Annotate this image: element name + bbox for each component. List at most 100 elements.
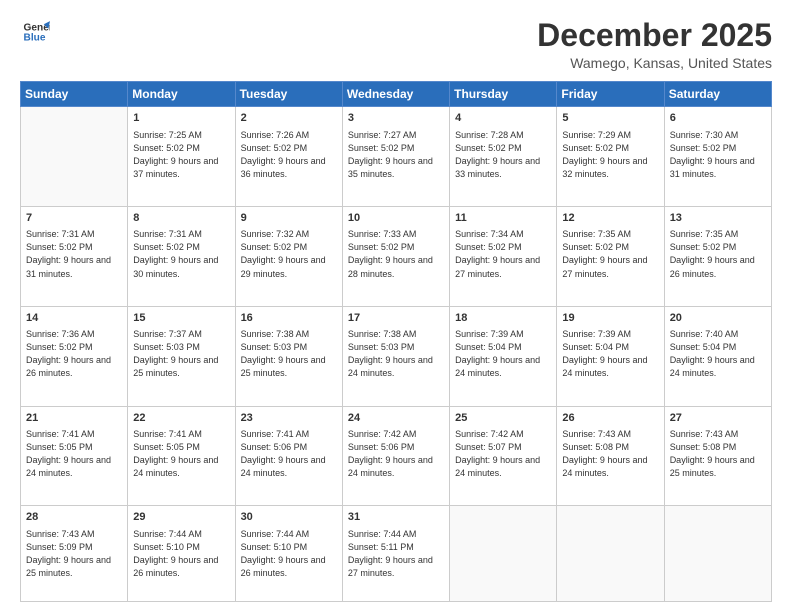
table-row: 6 Sunrise: 7:30 AM Sunset: 5:02 PM Daylig… (664, 107, 771, 207)
title-block: December 2025 Wamego, Kansas, United Sta… (537, 18, 772, 71)
table-row: 8 Sunrise: 7:31 AM Sunset: 5:02 PM Daylig… (128, 206, 235, 306)
day-number: 31 (348, 510, 444, 525)
day-number: 1 (133, 111, 229, 126)
cell-info: Sunrise: 7:43 AM Sunset: 5:09 PM Dayligh… (26, 528, 122, 580)
day-number: 21 (26, 411, 122, 426)
table-row (21, 107, 128, 207)
logo: General Blue (20, 18, 50, 51)
cell-info: Sunrise: 7:32 AM Sunset: 5:02 PM Dayligh… (241, 228, 337, 280)
cell-info: Sunrise: 7:44 AM Sunset: 5:10 PM Dayligh… (133, 528, 229, 580)
day-number: 12 (562, 211, 658, 226)
table-row: 1 Sunrise: 7:25 AM Sunset: 5:02 PM Daylig… (128, 107, 235, 207)
cell-info: Sunrise: 7:33 AM Sunset: 5:02 PM Dayligh… (348, 228, 444, 280)
day-number: 8 (133, 211, 229, 226)
table-row: 2 Sunrise: 7:26 AM Sunset: 5:02 PM Daylig… (235, 107, 342, 207)
table-row: 28 Sunrise: 7:43 AM Sunset: 5:09 PM Dayli… (21, 506, 128, 602)
cell-info: Sunrise: 7:30 AM Sunset: 5:02 PM Dayligh… (670, 129, 766, 181)
table-row: 25 Sunrise: 7:42 AM Sunset: 5:07 PM Dayli… (450, 406, 557, 506)
table-row: 30 Sunrise: 7:44 AM Sunset: 5:10 PM Dayli… (235, 506, 342, 602)
table-row: 15Sunrise: 7:37 AM Sunset: 5:03 PM Dayli… (128, 306, 235, 406)
table-row: 24Sunrise: 7:42 AM Sunset: 5:06 PM Dayli… (342, 406, 449, 506)
table-row: 4 Sunrise: 7:28 AM Sunset: 5:02 PM Daylig… (450, 107, 557, 207)
day-number: 30 (241, 510, 337, 525)
cell-info: Sunrise: 7:26 AM Sunset: 5:02 PM Dayligh… (241, 129, 337, 181)
table-row: 10Sunrise: 7:33 AM Sunset: 5:02 PM Dayli… (342, 206, 449, 306)
table-row (557, 506, 664, 602)
day-number: 28 (26, 510, 122, 525)
cell-info: Sunrise: 7:39 AM Sunset: 5:04 PM Dayligh… (562, 328, 658, 380)
cell-info: Sunrise: 7:31 AM Sunset: 5:02 PM Dayligh… (133, 228, 229, 280)
day-number: 9 (241, 211, 337, 226)
cell-info: Sunrise: 7:31 AM Sunset: 5:02 PM Dayligh… (26, 228, 122, 280)
table-row: 14 Sunrise: 7:36 AM Sunset: 5:02 PM Dayli… (21, 306, 128, 406)
cell-info: Sunrise: 7:41 AM Sunset: 5:05 PM Dayligh… (26, 428, 122, 480)
cell-info: Sunrise: 7:25 AM Sunset: 5:02 PM Dayligh… (133, 129, 229, 181)
cell-info: Sunrise: 7:29 AM Sunset: 5:02 PM Dayligh… (562, 129, 658, 181)
cell-info: Sunrise: 7:34 AM Sunset: 5:02 PM Dayligh… (455, 228, 551, 280)
day-number: 11 (455, 211, 551, 226)
cell-info: Sunrise: 7:41 AM Sunset: 5:05 PM Dayligh… (133, 428, 229, 480)
cell-info: Sunrise: 7:35 AM Sunset: 5:02 PM Dayligh… (562, 228, 658, 280)
month-title: December 2025 (537, 18, 772, 53)
day-number: 22 (133, 411, 229, 426)
logo-icon: General Blue (22, 18, 50, 46)
day-number: 13 (670, 211, 766, 226)
table-row: 9 Sunrise: 7:32 AM Sunset: 5:02 PM Daylig… (235, 206, 342, 306)
col-wednesday: Wednesday (342, 82, 449, 107)
day-number: 16 (241, 311, 337, 326)
day-number: 7 (26, 211, 122, 226)
table-row: 22 Sunrise: 7:41 AM Sunset: 5:05 PM Dayli… (128, 406, 235, 506)
cell-info: Sunrise: 7:43 AM Sunset: 5:08 PM Dayligh… (562, 428, 658, 480)
table-row (664, 506, 771, 602)
day-number: 6 (670, 111, 766, 126)
day-number: 5 (562, 111, 658, 126)
calendar-header-row: Sunday Monday Tuesday Wednesday Thursday… (21, 82, 772, 107)
location-title: Wamego, Kansas, United States (537, 55, 772, 71)
day-number: 4 (455, 111, 551, 126)
table-row: 16Sunrise: 7:38 AM Sunset: 5:03 PM Dayli… (235, 306, 342, 406)
day-number: 14 (26, 311, 122, 326)
cell-info: Sunrise: 7:44 AM Sunset: 5:10 PM Dayligh… (241, 528, 337, 580)
table-row: 23 Sunrise: 7:41 AM Sunset: 5:06 PM Dayli… (235, 406, 342, 506)
cell-info: Sunrise: 7:41 AM Sunset: 5:06 PM Dayligh… (241, 428, 337, 480)
cell-info: Sunrise: 7:39 AM Sunset: 5:04 PM Dayligh… (455, 328, 551, 380)
table-row: 18 Sunrise: 7:39 AM Sunset: 5:04 PM Dayli… (450, 306, 557, 406)
table-row: 29 Sunrise: 7:44 AM Sunset: 5:10 PM Dayli… (128, 506, 235, 602)
cell-info: Sunrise: 7:28 AM Sunset: 5:02 PM Dayligh… (455, 129, 551, 181)
table-row: 3 Sunrise: 7:27 AM Sunset: 5:02 PM Daylig… (342, 107, 449, 207)
day-number: 25 (455, 411, 551, 426)
day-number: 18 (455, 311, 551, 326)
day-number: 29 (133, 510, 229, 525)
day-number: 27 (670, 411, 766, 426)
table-row: 17 Sunrise: 7:38 AM Sunset: 5:03 PM Dayli… (342, 306, 449, 406)
cell-info: Sunrise: 7:37 AM Sunset: 5:03 PM Dayligh… (133, 328, 229, 380)
day-number: 26 (562, 411, 658, 426)
cell-info: Sunrise: 7:42 AM Sunset: 5:07 PM Dayligh… (455, 428, 551, 480)
table-row: 27 Sunrise: 7:43 AM Sunset: 5:08 PM Dayli… (664, 406, 771, 506)
table-row: 7 Sunrise: 7:31 AM Sunset: 5:02 PM Daylig… (21, 206, 128, 306)
cell-info: Sunrise: 7:42 AM Sunset: 5:06 PM Dayligh… (348, 428, 444, 480)
header: General Blue December 2025 Wamego, Kansa… (20, 18, 772, 71)
cell-info: Sunrise: 7:36 AM Sunset: 5:02 PM Dayligh… (26, 328, 122, 380)
cell-info: Sunrise: 7:40 AM Sunset: 5:04 PM Dayligh… (670, 328, 766, 380)
day-number: 23 (241, 411, 337, 426)
col-saturday: Saturday (664, 82, 771, 107)
table-row: 5 Sunrise: 7:29 AM Sunset: 5:02 PM Daylig… (557, 107, 664, 207)
day-number: 17 (348, 311, 444, 326)
page: General Blue December 2025 Wamego, Kansa… (0, 0, 792, 612)
calendar-table: Sunday Monday Tuesday Wednesday Thursday… (20, 81, 772, 602)
cell-info: Sunrise: 7:27 AM Sunset: 5:02 PM Dayligh… (348, 129, 444, 181)
col-friday: Friday (557, 82, 664, 107)
day-number: 3 (348, 111, 444, 126)
col-tuesday: Tuesday (235, 82, 342, 107)
cell-info: Sunrise: 7:38 AM Sunset: 5:03 PM Dayligh… (348, 328, 444, 380)
table-row: 19Sunrise: 7:39 AM Sunset: 5:04 PM Dayli… (557, 306, 664, 406)
col-thursday: Thursday (450, 82, 557, 107)
cell-info: Sunrise: 7:43 AM Sunset: 5:08 PM Dayligh… (670, 428, 766, 480)
svg-text:Blue: Blue (24, 33, 46, 44)
table-row: 11 Sunrise: 7:34 AM Sunset: 5:02 PM Dayli… (450, 206, 557, 306)
cell-info: Sunrise: 7:35 AM Sunset: 5:02 PM Dayligh… (670, 228, 766, 280)
cell-info: Sunrise: 7:44 AM Sunset: 5:11 PM Dayligh… (348, 528, 444, 580)
table-row: 31 Sunrise: 7:44 AM Sunset: 5:11 PM Dayli… (342, 506, 449, 602)
day-number: 2 (241, 111, 337, 126)
